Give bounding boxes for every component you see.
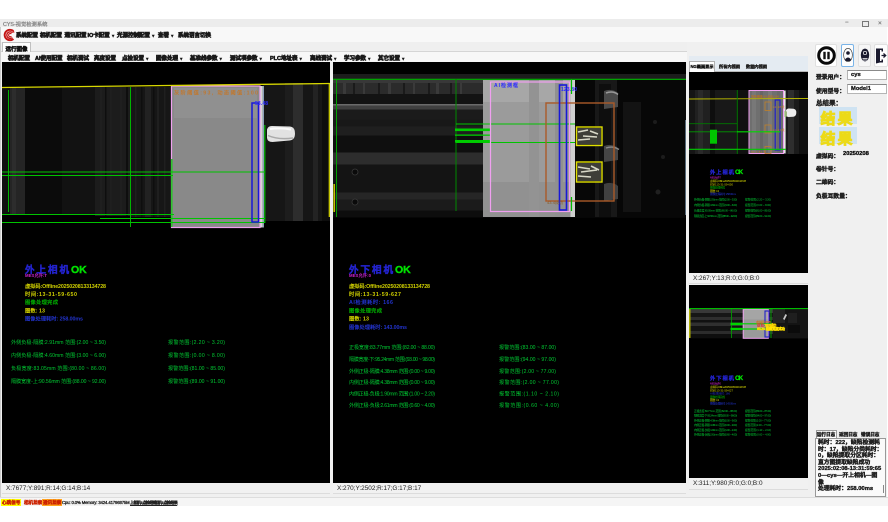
svg-text:95.24 隔膜宽度成功: 95.24 隔膜宽度成功: [757, 326, 786, 331]
svg-text:隔膜宽度-下:95.24mm 范围:(93.00 ~ 98.: 隔膜宽度-下:95.24mm 范围:(93.00 ~ 98.00): [349, 356, 435, 363]
svg-text:报警范围:(2.00 ~ 77.00): 报警范围:(2.00 ~ 77.00): [499, 379, 559, 386]
svg-text:报警范围:(83.00 ~ 87.00): 报警范围:(83.00 ~ 87.00): [499, 344, 556, 351]
svg-text:AI检测框: AI检测框: [494, 82, 518, 89]
svg-text:123.80: 123.80: [561, 87, 577, 93]
svg-text:圈数: 13: 圈数: 13: [349, 315, 369, 323]
svg-text:外侧正极-隔膜:4.38mm 范围:(0.00 ~ 9.00: 外侧正极-隔膜:4.38mm 范围:(0.00 ~ 9.00): [349, 368, 435, 375]
svg-text:内侧正极-负极:1.90mm 范围:(1.00 ~ 2.20: 内侧正极-负极:1.90mm 范围:(1.00 ~ 2.20): [694, 428, 737, 432]
svg-text:报警范围:(2.00 ~ 77.00): 报警范围:(2.00 ~ 77.00): [745, 423, 771, 427]
svg-text:圈数: 13: 圈数: 13: [25, 307, 45, 315]
svg-text:内侧正极-隔膜:4.38mm 范围:(0.00 ~ 9.00: 内侧正极-隔膜:4.38mm 范围:(0.00 ~ 9.00): [694, 423, 737, 427]
svg-text:正极宽度:83.77mm 范围:(82.00 ~ 88.00: 正极宽度:83.77mm 范围:(82.00 ~ 88.00): [349, 344, 435, 351]
svg-text:图像处理耗时: 143.00ms: 图像处理耗时: 143.00ms: [349, 323, 407, 331]
svg-text:报警范围:(2.00 ~ 77.00): 报警范围:(2.00 ~ 77.00): [745, 418, 771, 422]
svg-text:报警范围:(0.00 ~ 8.00): 报警范围:(0.00 ~ 8.00): [168, 352, 225, 359]
svg-text:图像处理耗时: 143.00ms: 图像处理耗时: 143.00ms: [710, 402, 737, 406]
svg-text:负极宽度:83.05mm 范围:(80.00 ~ 86.00: 负极宽度:83.05mm 范围:(80.00 ~ 86.00): [694, 209, 737, 213]
svg-text:隔膜宽度-上:90.56mm 范围:(88.00 ~ 92.: 隔膜宽度-上:90.56mm 范围:(88.00 ~ 92.00): [694, 214, 737, 218]
svg-text:负极宽度:83.05mm 范围:(80.00 ~ 86.00: 负极宽度:83.05mm 范围:(80.00 ~ 86.00): [11, 365, 106, 372]
svg-text:时间:13-31-59-627: 时间:13-31-59-627: [349, 290, 401, 298]
svg-text:隔膜宽度-上:90.56mm 范围:(88.00 ~ 92.: 隔膜宽度-上:90.56mm 范围:(88.00 ~ 92.00): [11, 378, 106, 385]
svg-text:虚拟码:Offline20250208133134728: 虚拟码:Offline20250208133134728: [349, 282, 430, 290]
svg-text:内侧负极-隔膜:4.60mm 范围:(3.00 ~ 6.00: 内侧负极-隔膜:4.60mm 范围:(3.00 ~ 6.00): [694, 203, 737, 207]
svg-text:报警范围:(83.00 ~ 87.00): 报警范围:(83.00 ~ 87.00): [745, 409, 771, 413]
svg-text:时间:13-31-59-650: 时间:13-31-59-650: [25, 290, 77, 298]
svg-text:82.4 84.7: 82.4 84.7: [751, 150, 765, 154]
svg-text:内侧负极-隔膜:4.60mm 范围:(3.00 ~ 6.00: 内侧负极-隔膜:4.60mm 范围:(3.00 ~ 6.00): [11, 352, 106, 359]
svg-text:报警范围:(1.10 ~ 2.10): 报警范围:(1.10 ~ 2.10): [499, 391, 559, 398]
svg-text:报警范围:(1.10 ~ 2.10): 报警范围:(1.10 ~ 2.10): [745, 428, 771, 432]
svg-text:报警范围:(81.00 ~ 85.00): 报警范围:(81.00 ~ 85.00): [168, 365, 225, 372]
svg-text:图像处理完成: 图像处理完成: [349, 307, 383, 315]
svg-text:报警范围:(89.00 ~ 91.00): 报警范围:(89.00 ~ 91.00): [168, 378, 225, 385]
svg-text:虚拟码:Offline20250208133134728: 虚拟码:Offline20250208133134728: [25, 282, 106, 290]
svg-text:内侧正极-负极:1.90mm 范围:(1.00 ~ 2.20: 内侧正极-负极:1.90mm 范围:(1.00 ~ 2.20): [349, 391, 435, 398]
svg-text:正极宽度:83.77mm 范围:(82.00 ~ 88.00: 正极宽度:83.77mm 范围:(82.00 ~ 88.00): [694, 409, 737, 413]
svg-text:报警范围:(94.00 ~ 97.00): 报警范围:(94.00 ~ 97.00): [745, 414, 771, 418]
svg-text:报警范围:(0.60 ~ 4.00): 报警范围:(0.60 ~ 4.00): [745, 433, 771, 437]
svg-text:外侧正极-负极:2.61mm 范围:(0.60 ~ 4.00: 外侧正极-负极:2.61mm 范围:(0.60 ~ 4.00): [349, 402, 435, 409]
svg-text:外侧负极-隔膜:2.91mm 范围:(2.00 ~ 3.50: 外侧负极-隔膜:2.91mm 范围:(2.00 ~ 3.50): [11, 339, 106, 346]
svg-text:53.48: 53.48: [255, 101, 268, 107]
svg-text:图像处理耗时: 258.00ms: 图像处理耗时: 258.00ms: [710, 192, 737, 196]
svg-text:灰阶阈值:93,动态:100: 灰阶阈值:93,动态:100: [751, 94, 779, 99]
svg-text:外侧正极-隔膜:4.38mm 范围:(0.00 ~ 9.00: 外侧正极-隔膜:4.38mm 范围:(0.00 ~ 9.00): [694, 418, 737, 422]
svg-text:报警范围:(89.00 ~ 91.00): 报警范围:(89.00 ~ 91.00): [745, 214, 771, 218]
svg-text:报警范围:(2.20 ~ 3.20): 报警范围:(2.20 ~ 3.20): [745, 198, 771, 202]
svg-text:外侧负极-隔膜:2.91mm 范围:(2.00 ~ 3.50: 外侧负极-隔膜:2.91mm 范围:(2.00 ~ 3.50): [694, 198, 737, 202]
svg-text:内侧正极-隔膜:4.38mm 范围:(0.00 ~ 9.00: 内侧正极-隔膜:4.38mm 范围:(0.00 ~ 9.00): [349, 379, 435, 386]
svg-text:隔膜宽度-下:95.24mm 范围:(93.00 ~ 98.: 隔膜宽度-下:95.24mm 范围:(93.00 ~ 98.00): [694, 414, 737, 418]
svg-text:图像处理完成: 图像处理完成: [25, 298, 59, 306]
svg-text:12.48成: 12.48成: [773, 104, 785, 109]
svg-text:外侧正极-负极:2.61mm 范围:(0.60 ~ 4.00: 外侧正极-负极:2.61mm 范围:(0.60 ~ 4.00): [694, 433, 737, 437]
svg-text:报警范围:(0.60 ~ 4.00): 报警范围:(0.60 ~ 4.00): [499, 402, 559, 409]
svg-text:图像处理耗时: 258.00ms: 图像处理耗时: 258.00ms: [25, 315, 83, 323]
svg-text:报警范围:(2.20 ~ 3.20): 报警范围:(2.20 ~ 3.20): [168, 339, 225, 346]
svg-text:MES允许:T: MES允许:T: [25, 272, 47, 279]
svg-text:报警范围:(94.00 ~ 97.00): 报警范围:(94.00 ~ 97.00): [499, 356, 556, 363]
svg-text:报警范围:(2.00 ~ 77.00): 报警范围:(2.00 ~ 77.00): [499, 368, 556, 375]
svg-text:AI检测耗时: 166: AI检测耗时: 166: [349, 298, 393, 306]
svg-text:43.4成功: 43.4成功: [547, 199, 563, 205]
svg-text:报警范围:(81.00 ~ 85.00): 报警范围:(81.00 ~ 85.00): [745, 209, 771, 213]
svg-text:报警范围:(0.00 ~ 8.00): 报警范围:(0.00 ~ 8.00): [745, 203, 771, 207]
svg-text:MES允许:0: MES允许:0: [349, 272, 372, 279]
